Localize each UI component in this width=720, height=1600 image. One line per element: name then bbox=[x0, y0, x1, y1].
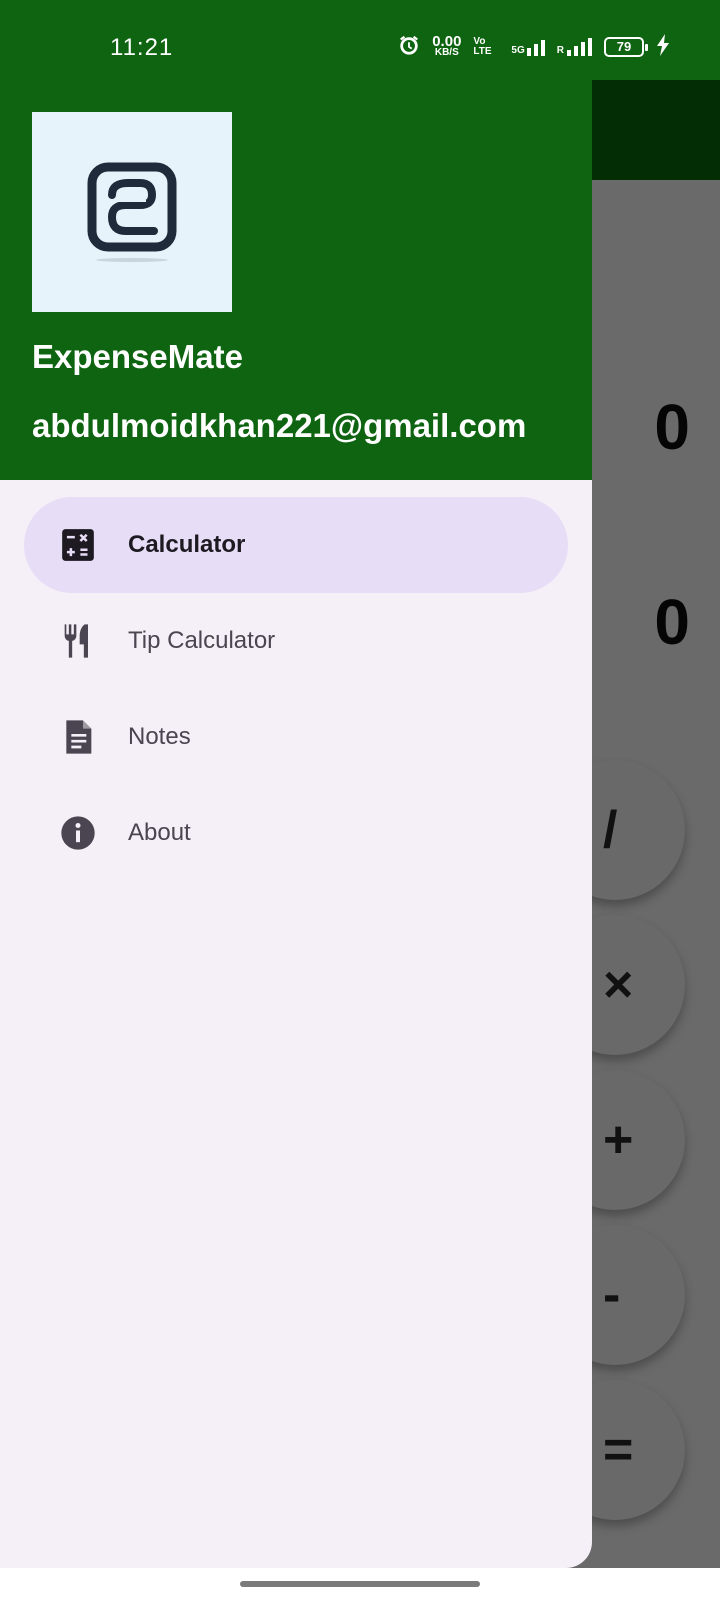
status-bar: 11:21 0.00 KB/S Vo LTE 5G R 79 bbox=[0, 0, 720, 80]
menu-item-label: Tip Calculator bbox=[128, 627, 276, 654]
calculator-result: 0 bbox=[654, 586, 690, 658]
note-icon bbox=[58, 717, 98, 757]
user-email: abdulmoidkhan221@gmail.com bbox=[32, 407, 527, 444]
subtract-label: - bbox=[603, 1266, 621, 1324]
alarm-icon bbox=[398, 34, 420, 59]
menu-item-label: About bbox=[128, 819, 191, 846]
net-speed-value: 0.00 bbox=[432, 32, 462, 50]
charging-icon bbox=[656, 34, 670, 59]
menu-item-label: Calculator bbox=[128, 531, 246, 558]
menu-item-tip-calculator[interactable]: Tip Calculator bbox=[24, 593, 568, 689]
volte-label: Vo LTE bbox=[473, 35, 492, 57]
network-speed: 0.00 KB/S bbox=[432, 32, 462, 58]
menu-item-label: Notes bbox=[128, 723, 191, 750]
app-name: ExpenseMate bbox=[32, 338, 243, 375]
equals-label: = bbox=[603, 1421, 634, 1479]
drawer-header: ExpenseMate abdulmoidkhan221@gmail.com bbox=[0, 80, 592, 480]
net-speed-unit: KB/S bbox=[434, 46, 459, 58]
status-icons: 0.00 KB/S Vo LTE 5G R 79 bbox=[398, 34, 670, 59]
menu-item-notes[interactable]: Notes bbox=[24, 689, 568, 785]
roaming-label: R bbox=[556, 44, 564, 56]
menu-item-calculator[interactable]: Calculator bbox=[24, 497, 568, 593]
status-time: 11:21 bbox=[110, 34, 174, 61]
drawer-menu: Calculator Tip Calculator Notes About bbox=[24, 497, 568, 881]
info-icon bbox=[58, 813, 98, 853]
battery-indicator: 79 bbox=[604, 36, 648, 57]
app-logo bbox=[32, 112, 232, 312]
calculator-expression: 0 bbox=[654, 391, 690, 463]
navigation-drawer: ExpenseMate abdulmoidkhan221@gmail.com C… bbox=[0, 0, 592, 1568]
calculator-icon bbox=[58, 525, 98, 565]
signal-5g-icon: 5G bbox=[511, 38, 545, 56]
gesture-nav-bar bbox=[0, 1568, 720, 1600]
multiply-label: × bbox=[603, 956, 634, 1014]
network-type: 5G bbox=[511, 44, 525, 56]
menu-item-about[interactable]: About bbox=[24, 785, 568, 881]
expensemate-logo-icon bbox=[87, 162, 177, 262]
add-label: + bbox=[603, 1111, 634, 1169]
home-handle[interactable] bbox=[240, 1581, 480, 1587]
signal-icon: R bbox=[556, 37, 592, 56]
divide-label: / bbox=[603, 801, 618, 859]
restaurant-icon bbox=[58, 621, 98, 661]
